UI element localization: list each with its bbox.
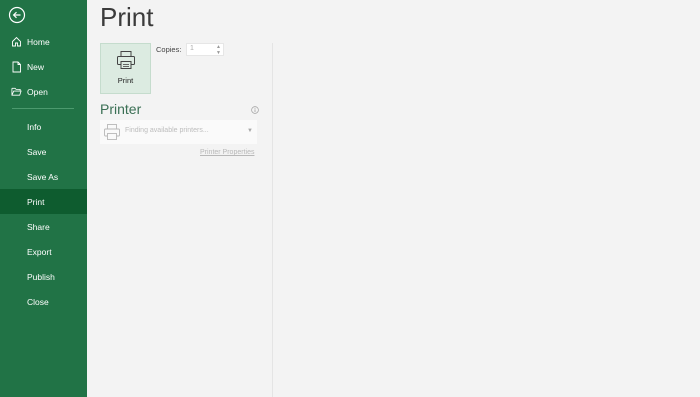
printer-heading: Printer: [100, 101, 142, 117]
copies-value: 1: [190, 45, 194, 52]
panel-divider: [272, 43, 273, 397]
backstage-sidebar: Home New Open Info Save Save As Print Sh…: [0, 0, 87, 397]
nav-item-label: Home: [27, 36, 50, 47]
printer-dropdown[interactable]: Finding available printers... ▼: [100, 120, 257, 144]
nav-item-label: Open: [27, 86, 48, 97]
folder-open-icon: [11, 86, 22, 98]
nav-item-label: Save As: [27, 171, 59, 182]
nav-item-home[interactable]: Home: [0, 29, 87, 54]
nav-item-label: Export: [27, 246, 52, 257]
print-button-label: Print: [117, 76, 134, 85]
nav-item-print[interactable]: Print: [0, 189, 87, 214]
page-title: Print: [100, 2, 154, 32]
printer-properties-link[interactable]: Printer Properties: [200, 149, 254, 156]
nav-item-label: Print: [27, 196, 45, 207]
nav-item-label: New: [27, 61, 45, 72]
nav-item-info[interactable]: Info: [0, 114, 87, 139]
nav-item-new[interactable]: New: [0, 54, 87, 79]
nav-item-label: Info: [27, 121, 42, 132]
copies-label: Copies:: [156, 45, 182, 54]
print-button[interactable]: Print: [100, 43, 151, 94]
nav-item-label: Share: [27, 221, 50, 232]
chevron-down-icon: ▼: [247, 128, 253, 134]
nav-item-save[interactable]: Save: [0, 139, 87, 164]
printer-dropdown-text: Finding available printers...: [125, 127, 209, 134]
printer-icon: [103, 123, 121, 146]
spin-arrows-icon[interactable]: ▲ ▼: [216, 44, 221, 56]
nav-item-save-as[interactable]: Save As: [0, 164, 87, 189]
back-arrow-icon[interactable]: [8, 6, 26, 24]
nav-item-close[interactable]: Close: [0, 289, 87, 314]
nav-item-share[interactable]: Share: [0, 214, 87, 239]
printer-icon: [116, 50, 136, 75]
nav-item-label: Publish: [27, 271, 55, 282]
sidebar-divider: [12, 108, 74, 109]
info-icon[interactable]: [251, 101, 259, 119]
nav-item-publish[interactable]: Publish: [0, 264, 87, 289]
nav-item-export[interactable]: Export: [0, 239, 87, 264]
nav-item-open[interactable]: Open: [0, 79, 87, 104]
nav-item-label: Close: [27, 296, 49, 307]
nav-item-label: Save: [27, 146, 47, 157]
home-icon: [11, 36, 22, 48]
copies-stepper[interactable]: 1 ▲ ▼: [186, 43, 224, 56]
new-document-icon: [11, 61, 22, 73]
